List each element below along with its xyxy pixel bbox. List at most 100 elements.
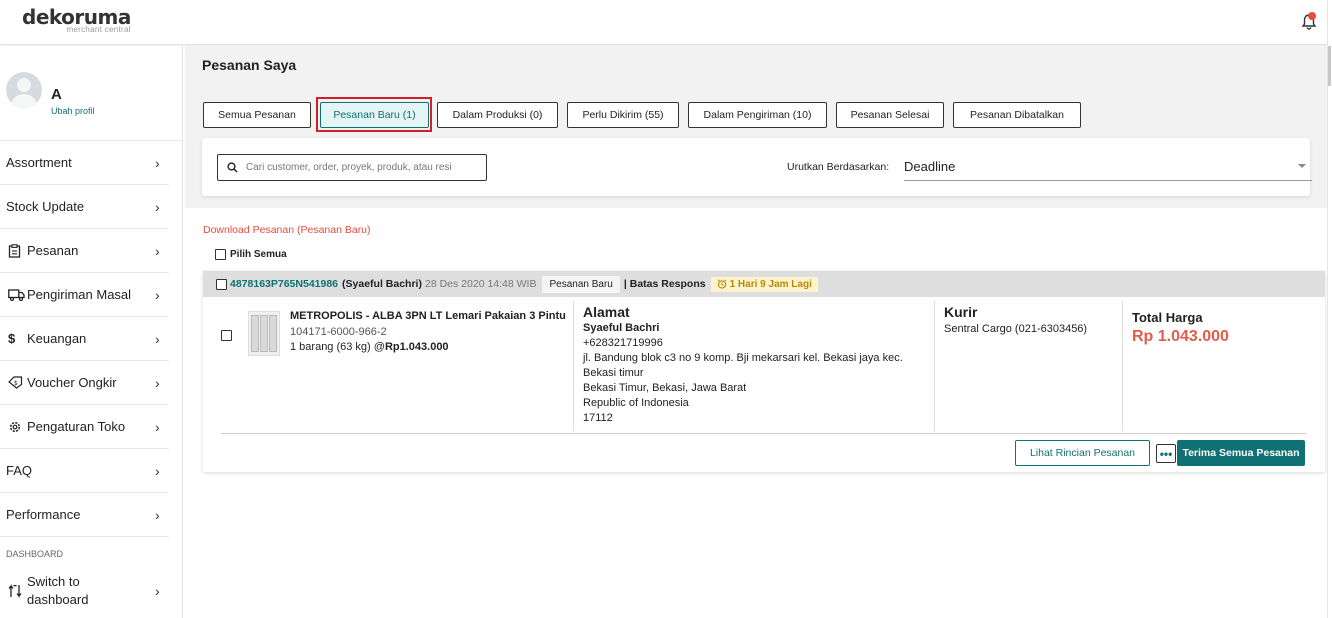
response-deadline-label: | Batas Respons	[623, 278, 706, 290]
gear-icon	[0, 420, 27, 434]
tab-dalam-produksi[interactable]: Dalam Produksi (0)	[437, 102, 558, 128]
address-country: Republic of Indonesia	[583, 397, 689, 409]
more-options-button[interactable]: •••	[1156, 444, 1176, 463]
sidebar-item-label: Stock Update	[6, 199, 85, 214]
product-image	[248, 311, 280, 356]
sidebar-item-keuangan[interactable]: $ Keuangan ›	[0, 317, 169, 361]
chevron-right-icon: ›	[155, 506, 160, 523]
address-name: Syaeful Bachri	[583, 322, 660, 334]
address-district: Bekasi timur	[583, 367, 644, 379]
tab-semua-pesanan[interactable]: Semua Pesanan	[203, 102, 311, 128]
profile-block: A Ubah profil	[0, 46, 183, 141]
dollar-icon: $	[8, 331, 16, 346]
address-block: Syaeful Bachri +628321719996 jl. Bandung…	[583, 321, 903, 426]
select-all-checkbox[interactable]	[215, 249, 226, 260]
search-input[interactable]	[246, 162, 481, 173]
tab-pesanan-dibatalkan[interactable]: Pesanan Dibatalkan	[953, 102, 1081, 128]
chevron-right-icon: ›	[155, 462, 160, 479]
page-title: Pesanan Saya	[202, 57, 297, 73]
filter-card: Urutkan Berdasarkan: Deadline	[202, 138, 1312, 196]
sidebar-item-label: Switch to dashboard	[27, 573, 155, 609]
sidebar-item-label: Keuangan	[27, 331, 87, 346]
status-badge: Pesanan Baru	[542, 275, 620, 293]
search-box[interactable]	[217, 154, 487, 181]
select-all[interactable]: Pilih Semua	[215, 249, 287, 260]
address-city: Bekasi Timur, Bekasi, Jawa Barat	[583, 382, 747, 394]
sort-value: Deadline	[904, 158, 956, 174]
chevron-right-icon: ›	[155, 374, 160, 391]
chevron-right-icon: ›	[155, 242, 160, 259]
svg-text:$: $	[14, 380, 18, 387]
sidebar-item-label: Pesanan	[27, 243, 79, 258]
accept-all-orders-button[interactable]: Terima Semua Pesanan	[1177, 440, 1305, 466]
sidebar: A Ubah profil Assortment › Stock Update …	[0, 46, 183, 618]
sidebar-item-label: FAQ	[6, 463, 33, 478]
sidebar-item-pengaturan-toko[interactable]: Pengaturan Toko ›	[0, 405, 169, 449]
edit-profile-link[interactable]: Ubah profil	[51, 106, 95, 116]
alarm-clock-icon	[717, 279, 726, 289]
sidebar-item-label: Assortment	[6, 155, 72, 170]
response-timer-text: 1 Hari 9 Jam Lagi	[729, 278, 812, 290]
profile-name: A	[51, 86, 62, 103]
sidebar-item-pengiriman-masal[interactable]: Pengiriman Masal ›	[0, 273, 169, 317]
sidebar-item-switch-dashboard[interactable]: Switch to dashboard ›	[0, 568, 169, 614]
chevron-right-icon: ›	[155, 418, 160, 435]
sidebar-item-stock-update[interactable]: Stock Update ›	[0, 185, 169, 229]
product-sku: 104171-6000-966-2	[290, 326, 387, 338]
sidebar-item-faq[interactable]: FAQ ›	[0, 449, 169, 493]
sort-label: Urutkan Berdasarkan:	[787, 161, 890, 173]
address-postal: 17112	[583, 412, 613, 424]
clipboard-icon	[0, 243, 27, 258]
total-title: Total Harga	[1132, 310, 1203, 325]
top-bar: dekoruma merchant central	[0, 0, 1332, 45]
courier-value: Sentral Cargo (021-6303456)	[944, 323, 1088, 335]
address-phone: +628321719996	[583, 337, 663, 349]
chevron-right-icon: ›	[155, 154, 160, 171]
search-icon	[218, 162, 246, 173]
page-scrollbar[interactable]	[1327, 0, 1332, 618]
scrollbar-thumb[interactable]	[1328, 46, 1331, 86]
tab-dalam-pengiriman[interactable]: Dalam Pengiriman (10)	[688, 102, 827, 128]
chevron-right-icon: ›	[155, 330, 160, 347]
chevron-right-icon: ›	[155, 583, 160, 599]
chevron-down-icon	[1298, 164, 1306, 168]
sort-select[interactable]: Deadline	[904, 152, 1312, 181]
address-street: jl. Bandung blok c3 no 9 komp. Bji mekar…	[583, 352, 903, 364]
order-customer: (Syaeful Bachri)	[342, 278, 422, 290]
sidebar-item-label: Performance	[6, 507, 81, 522]
view-order-details-button[interactable]: Lihat Rincian Pesanan	[1015, 440, 1150, 466]
chevron-right-icon: ›	[155, 198, 160, 215]
voucher-tag-icon: $	[0, 376, 27, 389]
dekoruma-logo[interactable]: dekoruma merchant central	[22, 7, 131, 34]
tab-perlu-dikirim[interactable]: Perlu Dikirim (55)	[567, 102, 679, 128]
notification-badge	[1308, 12, 1316, 20]
card-divider	[221, 433, 1306, 434]
order-date: 28 Des 2020 14:48 WIB	[424, 278, 537, 290]
courier-title: Kurir	[944, 304, 978, 320]
download-orders-link[interactable]: Download Pesanan (Pesanan Baru)	[203, 224, 371, 236]
product-quantity: 1 barang (63 kg) @Rp1.043.000	[290, 341, 449, 353]
column-divider	[1122, 301, 1123, 431]
switch-arrows-icon	[0, 584, 27, 598]
tab-pesanan-selesai[interactable]: Pesanan Selesai	[836, 102, 944, 128]
unit-price: Rp1.043.000	[384, 341, 449, 353]
total-price: Rp 1.043.000	[1132, 328, 1229, 345]
order-checkbox[interactable]	[216, 278, 227, 290]
sidebar-item-label: Pengaturan Toko	[27, 419, 126, 434]
order-card: 4878163P765N541986 (Syaeful Bachri) 28 D…	[203, 271, 1325, 472]
order-id-link[interactable]: 4878163P765N541986	[230, 278, 338, 290]
logo-text: dekoruma	[22, 5, 131, 29]
select-all-label: Pilih Semua	[230, 249, 287, 260]
response-timer-badge: 1 Hari 9 Jam Lagi	[710, 276, 818, 292]
order-header: 4878163P765N541986 (Syaeful Bachri) 28 D…	[203, 271, 1325, 297]
sidebar-item-pesanan[interactable]: Pesanan ›	[0, 229, 169, 273]
sidebar-item-assortment[interactable]: Assortment ›	[0, 141, 169, 185]
sidebar-item-performance[interactable]: Performance ›	[0, 493, 169, 537]
sidebar-section-label: DASHBOARD	[6, 549, 64, 559]
sidebar-item-voucher-ongkir[interactable]: $ Voucher Ongkir ›	[0, 361, 169, 405]
switch-label-line2: dashboard	[27, 592, 89, 607]
address-title: Alamat	[583, 304, 630, 320]
item-checkbox[interactable]	[221, 330, 232, 341]
switch-label-line1: Switch to	[27, 574, 80, 589]
product-name: METROPOLIS - ALBA 3PN LT Lemari Pakaian …	[290, 310, 566, 322]
